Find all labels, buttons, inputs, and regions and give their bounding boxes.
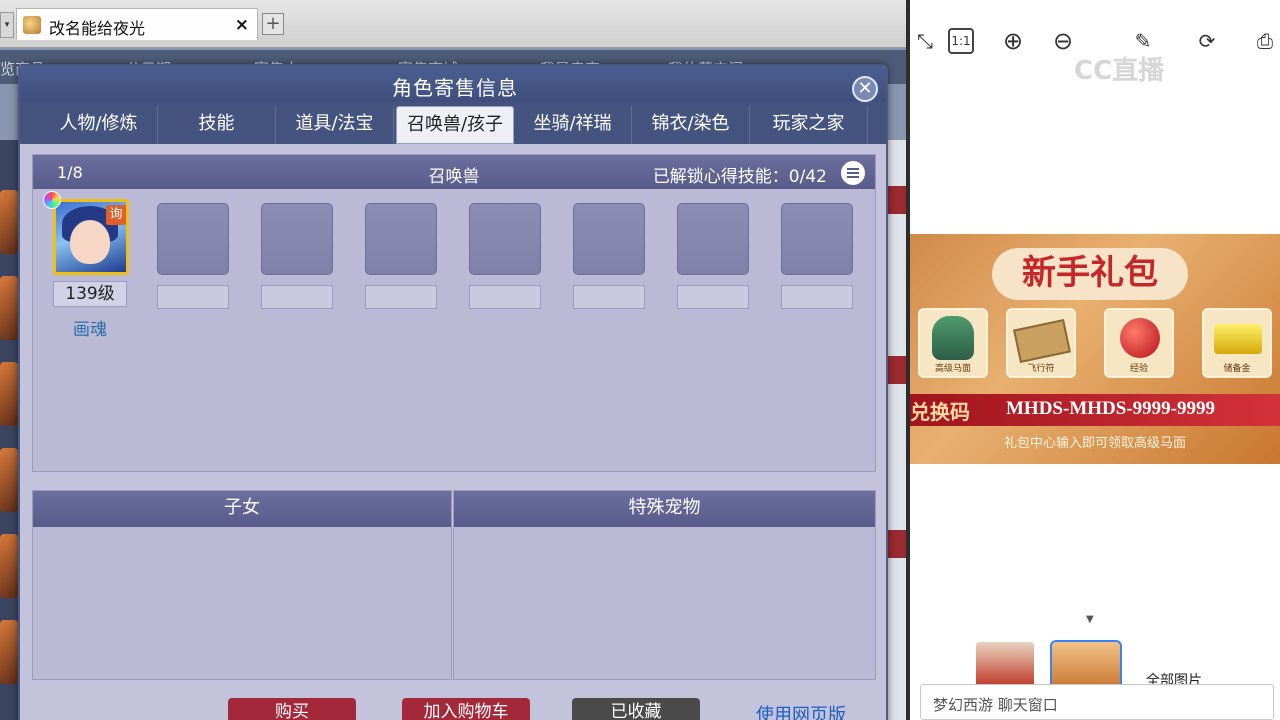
dialog-title: 角色寄售信息	[392, 76, 518, 100]
favorited-button[interactable]: 已收藏	[572, 698, 700, 720]
browser-tab-active[interactable]: 改名能给夜光 ×	[16, 8, 258, 40]
summon-slot-label	[781, 285, 853, 309]
children-panel: 子女	[32, 490, 452, 680]
gift-label: 储备金	[1223, 364, 1251, 374]
image-thumbnail-selected[interactable]	[1050, 640, 1122, 690]
tab-player-home[interactable]: 玩家之家	[750, 106, 868, 144]
dialog-tab-bar: 人物/修炼 技能 道具/法宝 召唤兽/孩子 坐骑/祥瑞 锦衣/染色 玩家之家	[20, 102, 886, 144]
rotate-icon[interactable]: ⟳	[1192, 26, 1222, 56]
rainbow-gem-icon	[43, 191, 61, 209]
actual-size-icon[interactable]: 1:1	[948, 28, 974, 54]
pet-portrait-face	[70, 220, 110, 264]
redeem-code-value: MHDS-MHDS-9999-9999	[1006, 398, 1215, 419]
apple-icon	[1120, 318, 1160, 358]
summon-slot-label	[573, 285, 645, 309]
side-panel: ⤡ 1:1 ⊕ ⊖ ✎ ⟳ ⎙ CC直播 新手礼包 高级马面 飞行符 经验 储备…	[910, 0, 1280, 720]
character-thumbnail[interactable]	[0, 620, 18, 684]
tab-skills[interactable]: 技能	[158, 106, 276, 144]
chat-window-title: 梦幻西游 聊天窗口	[933, 696, 1058, 714]
gift-label: 经验	[1129, 364, 1148, 374]
summon-header: 1/8 召唤兽 已解锁心得技能：0/42	[33, 155, 875, 189]
background-list-left	[0, 140, 18, 720]
tab-strip: ▾ 改名能给夜光 × +	[0, 0, 906, 48]
summon-slot-empty[interactable]	[677, 203, 749, 275]
summon-slot-label	[261, 285, 333, 309]
summon-slot-label	[157, 285, 229, 309]
summon-slot-label	[469, 285, 541, 309]
background-list-right	[888, 140, 906, 720]
buy-button[interactable]: 购买	[228, 698, 356, 720]
gold-bar-icon	[1214, 324, 1262, 354]
character-thumbnail[interactable]	[0, 190, 18, 254]
special-pets-panel: 特殊宠物	[453, 490, 876, 680]
tab-mounts[interactable]: 坐骑/祥瑞	[514, 106, 632, 144]
banner-note: 礼包中心输入即可领取高级马面	[1003, 436, 1186, 451]
background-buy-tag[interactable]	[888, 356, 906, 384]
background-buy-tag[interactable]	[888, 530, 906, 558]
tab-scroll-left-icon[interactable]: ▾	[0, 12, 14, 38]
chevron-down-icon[interactable]: ▼	[1086, 614, 1094, 625]
character-thumbnail[interactable]	[0, 448, 18, 512]
browser-window: ▾ 改名能给夜光 × + 览商品 公示期 寄售中 寄售商城 我是卖家 我的藏宝阁…	[0, 0, 906, 720]
gift-item: 高级马面	[918, 308, 988, 378]
summon-slot-empty[interactable]	[573, 203, 645, 275]
gift-item: 储备金	[1202, 308, 1272, 378]
inquiry-badge[interactable]: 询	[106, 205, 126, 225]
character-thumbnail[interactable]	[0, 276, 18, 340]
summon-slot-pet[interactable]: 询	[53, 199, 129, 275]
character-sale-dialog: 角色寄售信息 ✕ 人物/修炼 技能 道具/法宝 召唤兽/孩子 坐骑/祥瑞 锦衣/…	[18, 64, 888, 720]
zoom-in-icon[interactable]: ⊕	[998, 26, 1028, 56]
chat-window-bar[interactable]: 梦幻西游 聊天窗口	[920, 684, 1274, 720]
gift-label: 高级马面	[934, 364, 971, 374]
browser-tab-title: 改名能给夜光	[49, 19, 146, 38]
summon-slot-label	[365, 285, 437, 309]
character-thumbnail[interactable]	[0, 362, 18, 426]
gift-item: 飞行符	[1006, 308, 1076, 378]
pet-name-link[interactable]: 画魂	[53, 315, 127, 340]
favicon-icon	[23, 16, 41, 34]
add-to-cart-button[interactable]: 加入购物车	[402, 698, 530, 720]
tab-summons[interactable]: 召唤兽/孩子	[396, 106, 514, 144]
tab-character[interactable]: 人物/修炼	[40, 106, 158, 144]
close-icon[interactable]: ✕	[852, 76, 878, 102]
background-buy-tag[interactable]	[888, 186, 906, 214]
mount-icon	[932, 316, 974, 360]
redeem-code-label: 兑换码	[910, 400, 970, 424]
redeem-code-bar: 兑换码 MHDS-MHDS-9999-9999	[910, 394, 1280, 426]
list-icon[interactable]	[841, 161, 865, 185]
special-pets-title: 特殊宠物	[454, 491, 875, 527]
watermark-logo: CC直播	[1074, 56, 1165, 86]
gift-item: 经验	[1104, 308, 1174, 378]
character-thumbnail[interactable]	[0, 534, 18, 598]
new-tab-button[interactable]: +	[262, 13, 284, 35]
summon-slot-empty[interactable]	[469, 203, 541, 275]
close-tab-icon[interactable]: ×	[235, 15, 249, 35]
summon-panel: 1/8 召唤兽 已解锁心得技能：0/42 询 139级 画魂	[32, 154, 876, 472]
tab-outfits[interactable]: 锦衣/染色	[632, 106, 750, 144]
flying-charm-icon	[1013, 318, 1071, 364]
pet-level: 139级	[53, 281, 127, 307]
summon-slot-empty[interactable]	[157, 203, 229, 275]
fit-screen-icon[interactable]: ⤡	[910, 26, 940, 56]
summon-slot-empty[interactable]	[781, 203, 853, 275]
use-web-version-link[interactable]: 使用网页版	[756, 701, 846, 720]
summon-slot-label	[677, 285, 749, 309]
print-icon[interactable]: ⎙	[1250, 26, 1280, 56]
tab-items[interactable]: 道具/法宝	[276, 106, 394, 144]
summon-slot-empty[interactable]	[365, 203, 437, 275]
gift-label: 飞行符	[1027, 364, 1055, 374]
banner-title: 新手礼包	[992, 248, 1188, 300]
gift-banner[interactable]: 新手礼包 高级马面 飞行符 经验 储备金 兑换码 MHDS-MHDS-9999-…	[910, 234, 1280, 464]
image-thumbnail[interactable]	[976, 642, 1034, 686]
children-title: 子女	[33, 491, 451, 527]
unlocked-skill-count: 已解锁心得技能：0/42	[652, 167, 827, 187]
summon-slot-empty[interactable]	[261, 203, 333, 275]
